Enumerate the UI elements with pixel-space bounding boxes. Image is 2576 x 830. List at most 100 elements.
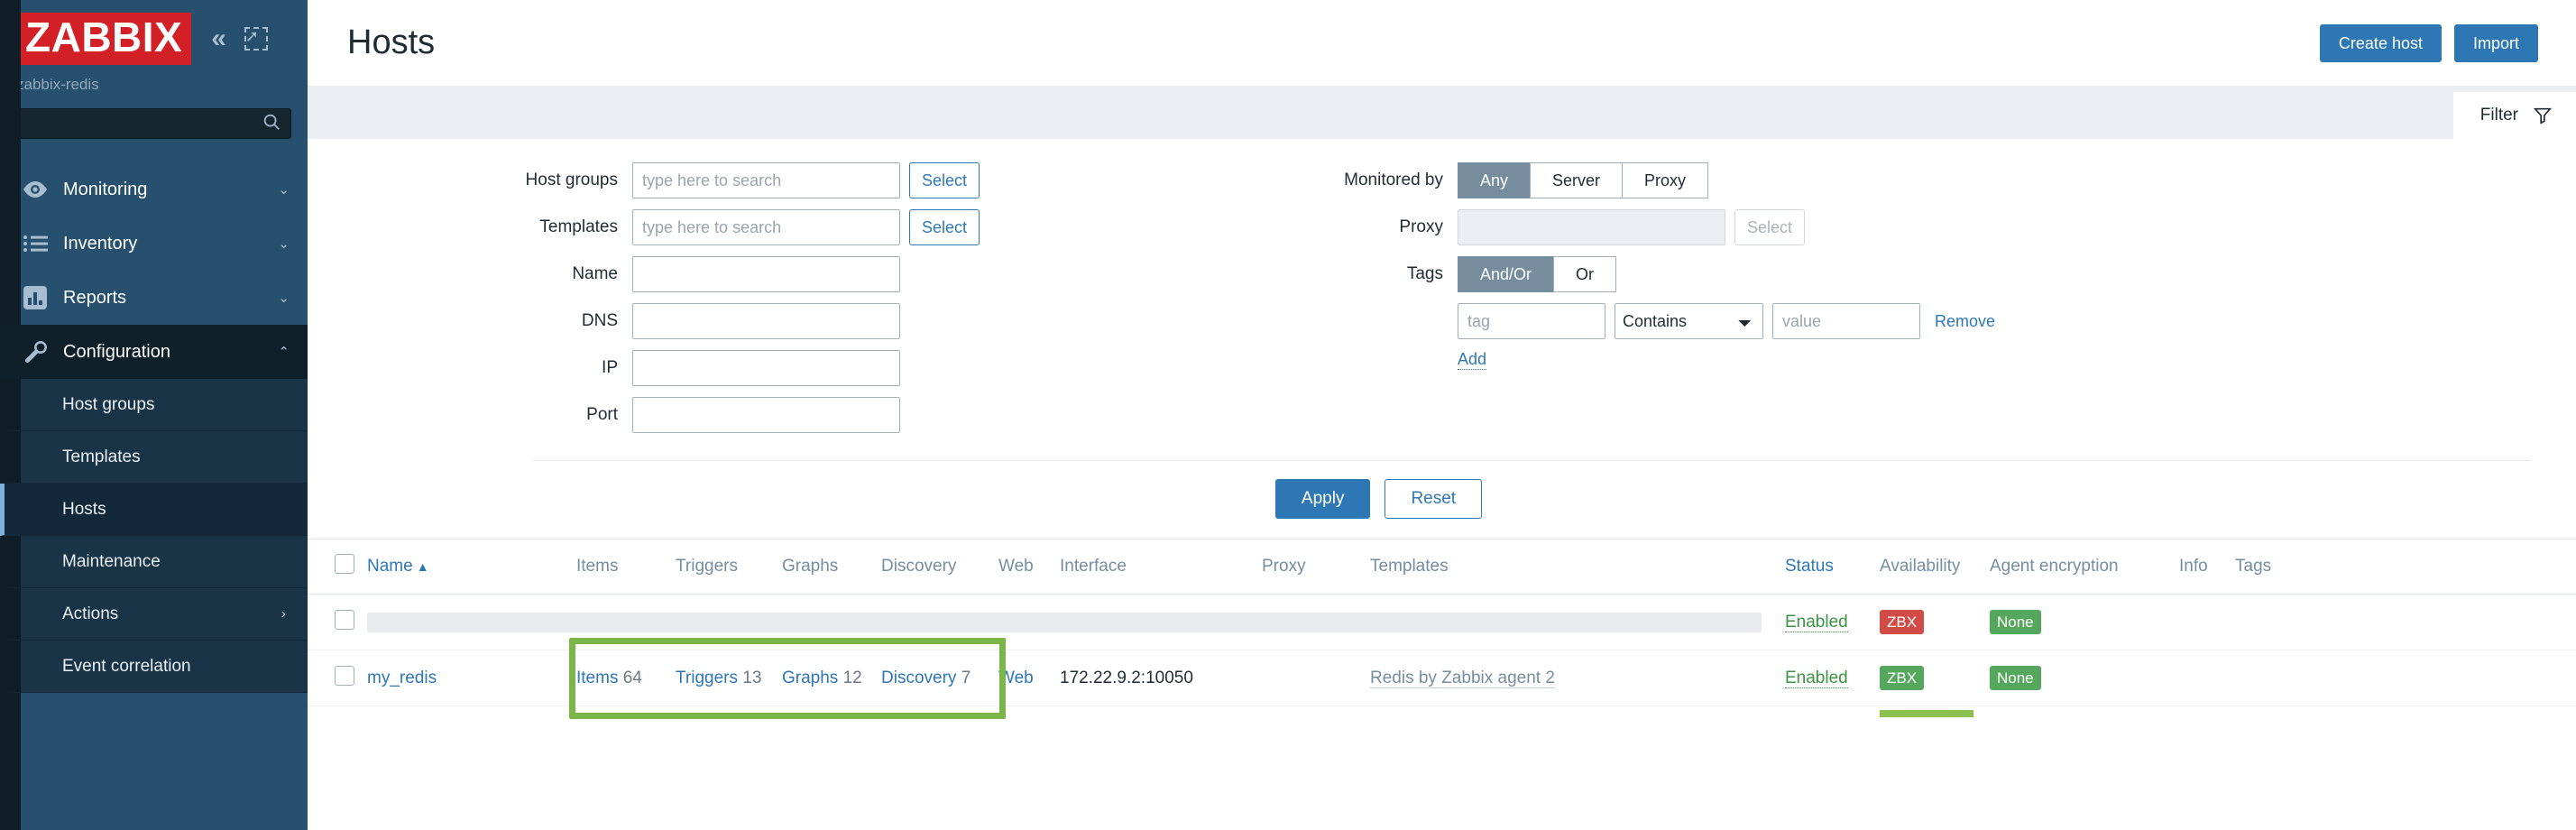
discovery-link[interactable]: Discovery [881, 669, 956, 687]
row-checkbox-cell [308, 595, 367, 650]
import-button[interactable]: Import [2454, 24, 2538, 62]
tag-add-row: Add [1458, 350, 2576, 370]
tag-name-input[interactable] [1458, 303, 1605, 339]
sidebar-item-label: Monitoring [63, 180, 278, 200]
table-header-row: Name▲ Items Triggers Graphs Discovery We… [308, 540, 2576, 595]
filter-panel: Host groups Select Templates Select Name… [308, 139, 2576, 539]
templates-input[interactable] [632, 209, 900, 245]
row-info-cell [2179, 595, 2235, 650]
graphs-count: 12 [843, 669, 862, 687]
status-link[interactable]: Enabled [1785, 613, 1848, 632]
server-name-label: zabbix-redis [16, 76, 308, 94]
filter-row-name: Name [308, 256, 1237, 292]
column-header-web: Web [998, 540, 1060, 595]
status-badge[interactable]: ZBX [1880, 666, 1924, 690]
tags-option-or[interactable]: Or [1553, 256, 1616, 292]
host-groups-input[interactable] [632, 162, 900, 198]
chevron-double-left-icon[interactable]: « [211, 25, 226, 52]
discovery-count: 7 [961, 669, 971, 687]
tag-operator-select[interactable]: Contains [1615, 303, 1763, 339]
row-checkbox[interactable] [335, 666, 354, 686]
filter-row-tags: Tags And/Or Or [1237, 256, 2576, 292]
sidebar-item-inventory[interactable]: Inventory ⌄ [0, 217, 308, 271]
filter-strip: Filter [308, 87, 2576, 139]
row-availability-cell: ZBX [1880, 650, 1990, 706]
apply-button[interactable]: Apply [1275, 479, 1371, 519]
triggers-link[interactable]: Triggers [676, 669, 738, 687]
monitored-by-option-any[interactable]: Any [1458, 162, 1530, 198]
sidebar-item-event-correlation[interactable]: Event correlation [0, 641, 308, 693]
bar-chart-icon [20, 286, 51, 309]
web-link[interactable]: Web [998, 669, 1034, 687]
ip-input[interactable] [632, 350, 900, 386]
search-input[interactable] [26, 115, 262, 133]
sort-asc-icon: ▲ [417, 559, 429, 574]
create-host-button[interactable]: Create host [2320, 24, 2442, 62]
filter-row-templates: Templates Select [308, 209, 1237, 245]
select-all-checkbox[interactable] [335, 554, 354, 574]
filter-row-host-groups: Host groups Select [308, 162, 1237, 198]
proxy-input[interactable] [1458, 209, 1725, 245]
host-groups-select-button[interactable]: Select [909, 162, 980, 198]
monitored-by-option-server[interactable]: Server [1530, 162, 1622, 198]
status-link[interactable]: Enabled [1785, 669, 1848, 688]
filter-actions: Apply Reset [308, 461, 2576, 539]
name-input[interactable] [632, 256, 900, 292]
column-header-name[interactable]: Name▲ [367, 540, 576, 595]
sidebar-item-templates[interactable]: Templates [0, 431, 308, 484]
sidebar-item-actions[interactable]: Actions › [0, 588, 308, 641]
filter-tab-label: Filter [2480, 106, 2518, 125]
status-badge[interactable]: ZBX [1880, 610, 1924, 634]
row-proxy-cell [1262, 650, 1370, 706]
table-row: Enabled ZBX None [308, 595, 2576, 650]
column-header-items: Items [576, 540, 676, 595]
sidebar-item-reports[interactable]: Reports ⌄ [0, 271, 308, 325]
tag-remove-link[interactable]: Remove [1935, 312, 1995, 331]
monitored-by-label: Monitored by [1237, 171, 1458, 190]
dns-input[interactable] [632, 303, 900, 339]
tag-filter-row: Contains Remove [1458, 303, 2576, 339]
column-header-interface: Interface [1060, 540, 1262, 595]
reset-button[interactable]: Reset [1385, 479, 1482, 519]
proxy-select-button[interactable]: Select [1734, 209, 1805, 245]
wrench-icon [20, 339, 51, 364]
tag-add-link[interactable]: Add [1458, 350, 1486, 370]
graphs-link[interactable]: Graphs [782, 669, 838, 687]
sidebar-nav: Monitoring ⌄ Inventory ⌄ [0, 162, 308, 693]
main-content: Hosts Create host Import Filter Host gro… [308, 0, 2576, 830]
sidebar-item-host-groups[interactable]: Host groups [0, 379, 308, 431]
sidebar-search [0, 94, 308, 139]
column-header-discovery: Discovery [881, 540, 998, 595]
column-header-proxy: Proxy [1262, 540, 1370, 595]
search-icon[interactable] [262, 112, 281, 135]
column-header-status[interactable]: Status [1785, 540, 1880, 595]
items-link[interactable]: Items [576, 669, 618, 687]
row-checkbox[interactable] [335, 610, 354, 630]
tab-filter[interactable]: Filter [2453, 92, 2576, 139]
chevron-down-icon: ⌄ [278, 290, 290, 306]
triggers-count: 13 [742, 669, 761, 687]
filter-row-port: Port [308, 397, 1237, 433]
column-header-templates: Templates [1370, 540, 1785, 595]
funnel-icon [2533, 106, 2553, 125]
host-name-link[interactable]: my_redis [367, 669, 437, 687]
sidebar-item-monitoring[interactable]: Monitoring ⌄ [0, 162, 308, 217]
sidebar-item-configuration[interactable]: Configuration ⌃ [0, 325, 308, 379]
compact-view-icon[interactable]: ➚ [244, 27, 268, 51]
sidebar-item-maintenance[interactable]: Maintenance [0, 536, 308, 588]
tag-value-input[interactable] [1772, 303, 1920, 339]
column-header-availability: Availability [1880, 540, 1990, 595]
tags-option-andor[interactable]: And/Or [1458, 256, 1553, 292]
chevron-down-icon: ⌄ [278, 235, 290, 252]
list-icon [20, 234, 51, 254]
tags-label: Tags [1237, 264, 1458, 284]
sidebar-item-hosts[interactable]: Hosts [0, 484, 308, 536]
template-link[interactable]: Redis by Zabbix agent 2 [1370, 669, 1555, 688]
tags-radio-group: And/Or Or [1458, 256, 1616, 292]
templates-select-button[interactable]: Select [909, 209, 980, 245]
templates-label: Templates [308, 217, 632, 237]
monitored-by-option-proxy[interactable]: Proxy [1622, 162, 1708, 198]
port-input[interactable] [632, 397, 900, 433]
items-count: 64 [623, 669, 642, 687]
redaction-bar [367, 613, 1762, 632]
